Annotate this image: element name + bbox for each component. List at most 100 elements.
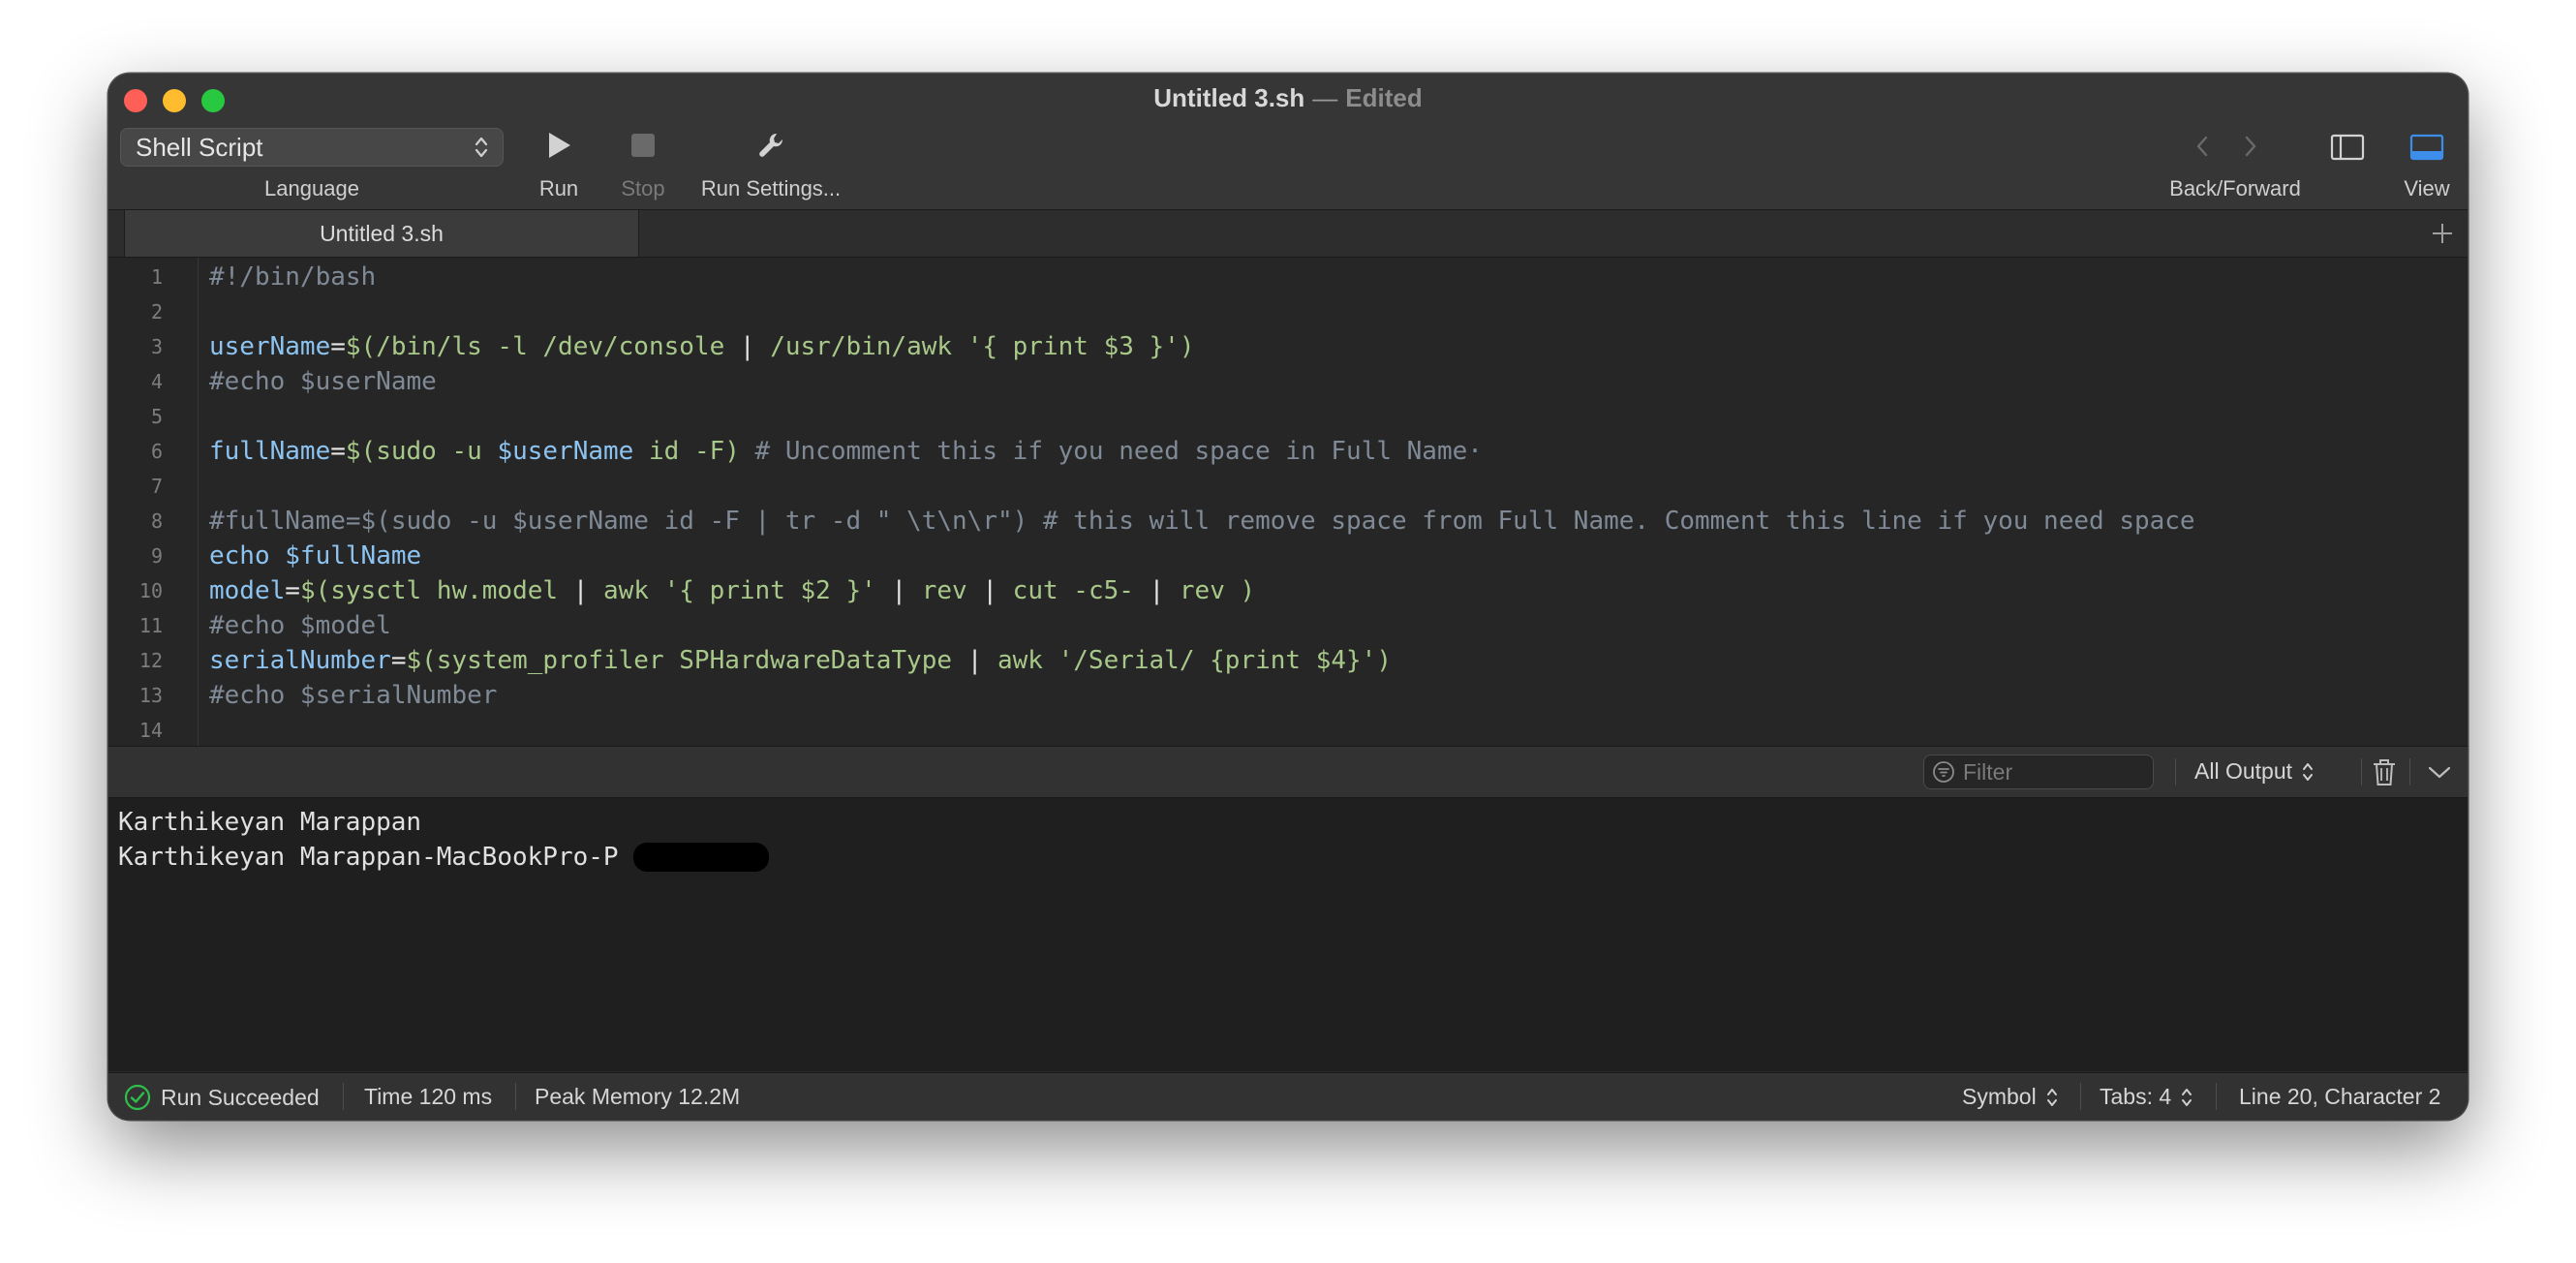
run-settings-label: Run Settings... [700,176,842,200]
run-status: Run Succeeded [124,1084,320,1111]
code-text: serialNumber=$(system_profiler SPHardwar… [209,646,1392,675]
run-button[interactable] [544,130,573,166]
code-text: fullName=$(sudo -u $userName id -F) # Un… [209,437,1483,466]
window-title: Untitled 3.sh — Edited [108,83,2468,113]
chevron-left-icon [2196,136,2208,157]
line-number: 9 [150,544,163,568]
code-line[interactable]: 6 fullName=$(sudo -u $userName id -F) # U… [108,434,2468,469]
code-text: model=$(sysctl hw.model | awk '{ print $… [209,576,1256,605]
chevron-right-icon [2245,136,2256,157]
code-line[interactable]: 4 #echo $userName [108,364,2468,399]
line-number: 5 [150,405,163,428]
cursor-position: Line 20, Character 2 [2239,1084,2441,1109]
wrench-icon [759,133,783,157]
code-line[interactable]: 8 #fullName=$(sudo -u $userName id -F | t… [108,504,2468,539]
separator [343,1083,344,1110]
play-icon [549,133,570,158]
separator [2216,1083,2217,1110]
stop-icon [631,134,655,157]
output-select[interactable]: All Output [2194,758,2314,785]
redaction-mark [633,843,769,872]
window-title-dash: — [1312,83,1338,112]
line-number: 1 [150,265,163,289]
tab-bar: Untitled 3.sh [108,209,2468,258]
code-line[interactable]: 5 [108,399,2468,434]
filter-field[interactable] [1923,755,2154,789]
line-number: 2 [150,300,163,323]
toggle-bottom-panel-button[interactable] [2409,134,2444,166]
add-tab-button[interactable] [2429,220,2456,247]
chevron-updown-icon [475,137,488,158]
chevron-updown-icon [2303,762,2313,781]
trash-icon[interactable] [2371,758,2398,787]
tabs-select[interactable]: Tabs: 4 [2100,1084,2193,1110]
code-text: #echo $serialNumber [209,681,498,710]
code-line[interactable]: 14 [108,713,2468,748]
chevron-updown-icon [2182,1088,2193,1106]
console-line: Karthikeyan Marappan-MacBookPro-P [118,843,619,872]
code-editor[interactable]: 1 #!/bin/bash 2 3 userName=$(/bin/ls -l /dev… [108,258,2468,746]
language-select[interactable]: Shell Script [120,128,504,167]
code-text: #fullName=$(sudo -u $userName id -F | tr… [209,507,2195,536]
separator [2175,758,2176,786]
code-line[interactable]: 11 #echo $model [108,608,2468,643]
separator [515,1083,516,1110]
run-settings-button[interactable] [755,130,786,166]
sidebar-left-icon [2330,134,2365,161]
toggle-left-sidebar-button[interactable] [2330,134,2365,166]
code-line[interactable]: 9 echo $fullName [108,539,2468,573]
chevron-updown-icon [2046,1088,2057,1106]
tab-untitled-3[interactable]: Untitled 3.sh [124,210,639,257]
line-number: 13 [138,684,163,707]
filter-input[interactable] [1963,758,2128,786]
filter-icon [1933,761,1954,783]
app-window: Untitled 3.sh — Edited Shell Script Langua… [108,74,2468,1120]
output-select-value: All Output [2194,758,2292,784]
title-toolbar: Untitled 3.sh — Edited Shell Script Langua… [108,74,2468,209]
line-number: 6 [150,440,163,463]
status-bar: Run Succeeded Time 120 ms Peak Memory 12… [108,1072,2468,1120]
line-number: 10 [138,579,163,602]
line-number: 4 [150,370,163,393]
code-line[interactable]: 2 [108,294,2468,329]
back-forward-label: Back/Forward [2169,176,2301,200]
code-text: userName=$(/bin/ls -l /dev/console | /us… [209,332,1195,361]
language-select-value: Shell Script [136,132,263,162]
code-line[interactable]: 12 serialNumber=$(system_profiler SPHardw… [108,643,2468,678]
code-text: #echo $model [209,611,391,640]
run-status-text: Run Succeeded [161,1084,320,1110]
view-label: View [2404,176,2450,200]
language-label: Language [264,176,359,200]
forward-button[interactable] [2241,134,2260,164]
console-output[interactable]: Karthikeyan Marappan Karthikeyan Marappa… [108,798,2468,1071]
code-line[interactable]: 7 [108,469,2468,504]
peak-memory: Peak Memory 12.2M [535,1084,741,1109]
line-number: 12 [138,649,163,672]
symbol-select-value: Symbol [1962,1084,2037,1109]
code-line[interactable]: 10 model=$(sysctl hw.model | awk '{ print… [108,573,2468,608]
chevron-down-icon[interactable] [2427,762,2452,782]
line-number: 8 [150,509,163,533]
panel-bottom-icon [2409,134,2444,161]
code-line[interactable]: 1 #!/bin/bash [108,260,2468,294]
separator [2409,758,2410,786]
line-number: 3 [150,335,163,358]
line-number: 7 [150,475,163,498]
line-number: 11 [138,614,163,637]
window-title-edited: Edited [1345,83,1423,112]
stop-button[interactable] [629,132,657,164]
separator [2361,758,2362,786]
tabs-select-value: Tabs: 4 [2100,1084,2172,1109]
window-title-file: Untitled 3.sh [1153,83,1305,112]
stop-label: Stop [621,176,665,200]
code-line[interactable]: 13 #echo $serialNumber [108,678,2468,713]
back-button[interactable] [2193,134,2212,164]
line-number: 14 [138,719,163,742]
code-line[interactable]: 3 userName=$(/bin/ls -l /dev/console | /u… [108,329,2468,364]
checkmark-circle-icon [124,1084,151,1111]
code-text: #!/bin/bash [209,262,377,292]
symbol-select[interactable]: Symbol [1962,1084,2058,1110]
console-toolbar: All Output [108,746,2468,798]
run-time: Time 120 ms [364,1084,493,1109]
code-text: #echo $userName [209,367,437,396]
